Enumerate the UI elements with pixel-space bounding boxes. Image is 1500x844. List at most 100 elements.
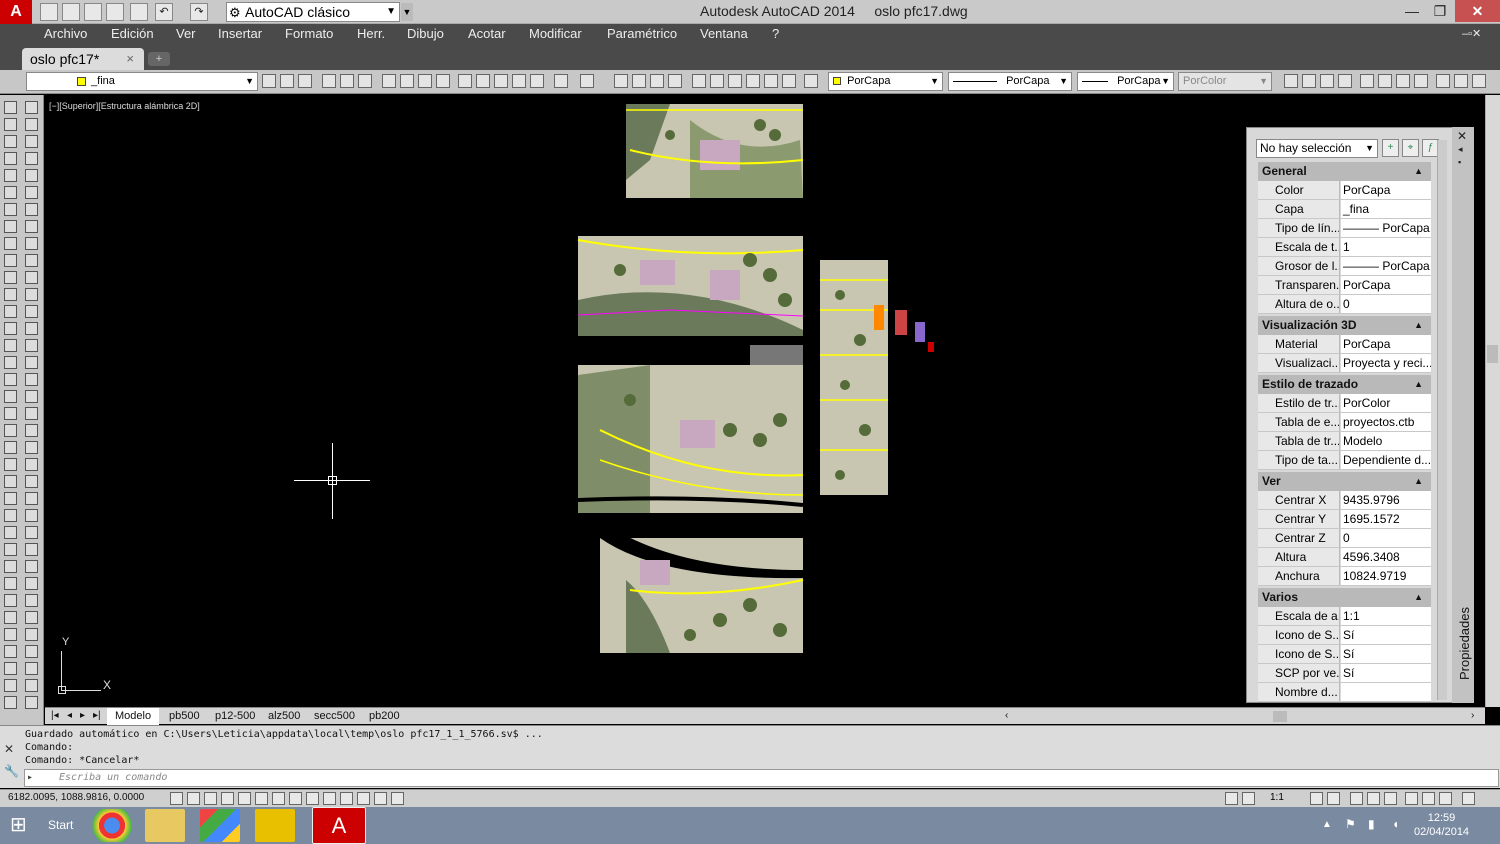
chrome-icon[interactable] xyxy=(92,809,132,842)
property-value[interactable]: Sí xyxy=(1341,645,1431,663)
undo-icon[interactable]: ↶ xyxy=(155,3,173,21)
property-row[interactable]: Icono de S... Sí xyxy=(1258,645,1431,664)
palette-tool-icon[interactable] xyxy=(4,611,17,624)
color-select[interactable]: PorCapa ▼ xyxy=(828,72,943,91)
palette-tool-icon[interactable] xyxy=(25,492,38,505)
collapse-icon[interactable]: ▲ xyxy=(1414,472,1423,491)
palette-tool-icon[interactable] xyxy=(4,135,17,148)
lineweight-select[interactable]: PorCapa ▼ xyxy=(1077,72,1174,91)
selection-cycling-icon[interactable] xyxy=(391,792,404,805)
properties-scrollbar[interactable] xyxy=(1437,140,1447,700)
office-icon[interactable] xyxy=(200,809,240,842)
palette-tool-icon[interactable] xyxy=(25,424,38,437)
linear-dim-icon[interactable] xyxy=(1284,74,1298,88)
calculator-icon[interactable] xyxy=(782,74,796,88)
layer-previous-icon[interactable] xyxy=(298,74,312,88)
angular-dim-icon[interactable] xyxy=(1414,74,1428,88)
palette-properties-icon[interactable]: ▪ xyxy=(1458,157,1461,167)
save-icon[interactable] xyxy=(358,74,372,88)
make-current-icon[interactable] xyxy=(280,74,294,88)
layer-properties-icon[interactable] xyxy=(262,74,276,88)
property-value[interactable]: Dependiente d... xyxy=(1341,451,1431,469)
scroll-right-icon[interactable]: › xyxy=(1471,708,1474,724)
palette-tool-icon[interactable] xyxy=(4,288,17,301)
palette-tool-icon[interactable] xyxy=(25,322,38,335)
new-tab-icon[interactable]: + xyxy=(148,52,170,66)
autocad-taskbar-icon[interactable]: A xyxy=(312,807,366,844)
tab-nav-next-icon[interactable]: ▸ xyxy=(80,708,85,724)
palette-tool-icon[interactable] xyxy=(4,407,17,420)
zoom-previous-icon[interactable] xyxy=(668,74,682,88)
quick-dim-icon[interactable] xyxy=(1436,74,1450,88)
palette-tool-icon[interactable] xyxy=(25,526,38,539)
3d-dwf-icon[interactable] xyxy=(436,74,450,88)
property-row[interactable]: Tabla de tr... Modelo xyxy=(1258,432,1431,451)
palette-tool-icon[interactable] xyxy=(25,458,38,471)
menu-dibujo[interactable]: Dibujo xyxy=(407,24,444,44)
maximize-icon[interactable]: ❐ xyxy=(1426,0,1454,22)
linetype-select[interactable]: PorCapa ▼ xyxy=(948,72,1072,91)
otrack-icon[interactable] xyxy=(289,792,302,805)
radius-dim-icon[interactable] xyxy=(1360,74,1374,88)
property-row[interactable]: Material PorCapa xyxy=(1258,335,1431,354)
palette-tool-icon[interactable] xyxy=(25,696,38,709)
menu-modificar[interactable]: Modificar xyxy=(529,24,582,44)
ortho-mode-icon[interactable] xyxy=(221,792,234,805)
menu-formato[interactable]: Formato xyxy=(285,24,333,44)
palette-tool-icon[interactable] xyxy=(4,560,17,573)
layer-select[interactable]: _fina ▼ xyxy=(26,72,258,91)
palette-tool-icon[interactable] xyxy=(25,373,38,386)
help-icon[interactable] xyxy=(804,74,818,88)
palette-tool-icon[interactable] xyxy=(25,390,38,403)
palette-tool-icon[interactable] xyxy=(25,305,38,318)
match-properties-icon[interactable] xyxy=(512,74,526,88)
property-row[interactable]: Escala de t... 1 xyxy=(1258,238,1431,257)
open-file-icon[interactable] xyxy=(62,3,80,21)
palette-tool-icon[interactable] xyxy=(25,645,38,658)
scroll-left-icon[interactable]: ‹ xyxy=(1005,708,1008,724)
zoom-realtime-icon[interactable] xyxy=(632,74,646,88)
property-value[interactable]: ——— PorCapa xyxy=(1341,219,1431,237)
autocad-logo-icon[interactable]: A xyxy=(0,0,32,24)
menu-acotar[interactable]: Acotar xyxy=(468,24,506,44)
collapse-icon[interactable]: ▲ xyxy=(1414,316,1423,335)
property-value[interactable]: PorColor xyxy=(1341,394,1431,412)
property-row[interactable]: Anchura 10824.9719 xyxy=(1258,567,1431,586)
property-section-header[interactable]: Visualización 3D ▲ xyxy=(1258,316,1431,335)
palette-tool-icon[interactable] xyxy=(4,237,17,250)
palette-tool-icon[interactable] xyxy=(25,101,38,114)
property-row[interactable]: Tipo de ta... Dependiente d... xyxy=(1258,451,1431,470)
palette-tool-icon[interactable] xyxy=(25,662,38,675)
cut-icon[interactable] xyxy=(458,74,472,88)
palette-tool-icon[interactable] xyxy=(4,526,17,539)
clean-screen-icon[interactable] xyxy=(1462,792,1475,805)
design-center-icon[interactable] xyxy=(710,74,724,88)
save-as-icon[interactable] xyxy=(106,3,124,21)
palette-tool-icon[interactable] xyxy=(4,339,17,352)
palette-tool-icon[interactable] xyxy=(25,186,38,199)
coordinates-readout[interactable]: 6182.0095, 1088.9816, 0.0000 xyxy=(8,792,144,803)
tray-expand-icon[interactable]: ▲ xyxy=(1322,819,1332,830)
clock[interactable]: 12:59 02/04/2014 xyxy=(1414,811,1469,839)
tab-nav-last-icon[interactable]: ▸| xyxy=(93,708,101,724)
palette-tool-icon[interactable] xyxy=(25,118,38,131)
jogged-dim-icon[interactable] xyxy=(1378,74,1392,88)
property-row[interactable]: Centrar Y 1695.1572 xyxy=(1258,510,1431,529)
infer-constraints-icon[interactable] xyxy=(170,792,183,805)
tab-nav-prev-icon[interactable]: ◂ xyxy=(67,708,72,724)
zoom-window-icon[interactable] xyxy=(650,74,664,88)
palette-tool-icon[interactable] xyxy=(25,169,38,182)
palette-tool-icon[interactable] xyxy=(4,373,17,386)
open-icon[interactable] xyxy=(340,74,354,88)
property-value[interactable]: ——— PorCapa xyxy=(1341,257,1431,275)
palette-tool-icon[interactable] xyxy=(4,101,17,114)
property-row[interactable]: Capa _fina xyxy=(1258,200,1431,219)
property-section-header[interactable]: General ▲ xyxy=(1258,162,1431,181)
file-explorer-icon[interactable] xyxy=(145,809,185,842)
palette-tool-icon[interactable] xyxy=(25,577,38,590)
palette-tool-icon[interactable] xyxy=(4,696,17,709)
property-row[interactable]: SCP por ve... Sí xyxy=(1258,664,1431,683)
palette-tool-icon[interactable] xyxy=(4,424,17,437)
property-value[interactable] xyxy=(1341,683,1431,701)
palette-tool-icon[interactable] xyxy=(4,152,17,165)
